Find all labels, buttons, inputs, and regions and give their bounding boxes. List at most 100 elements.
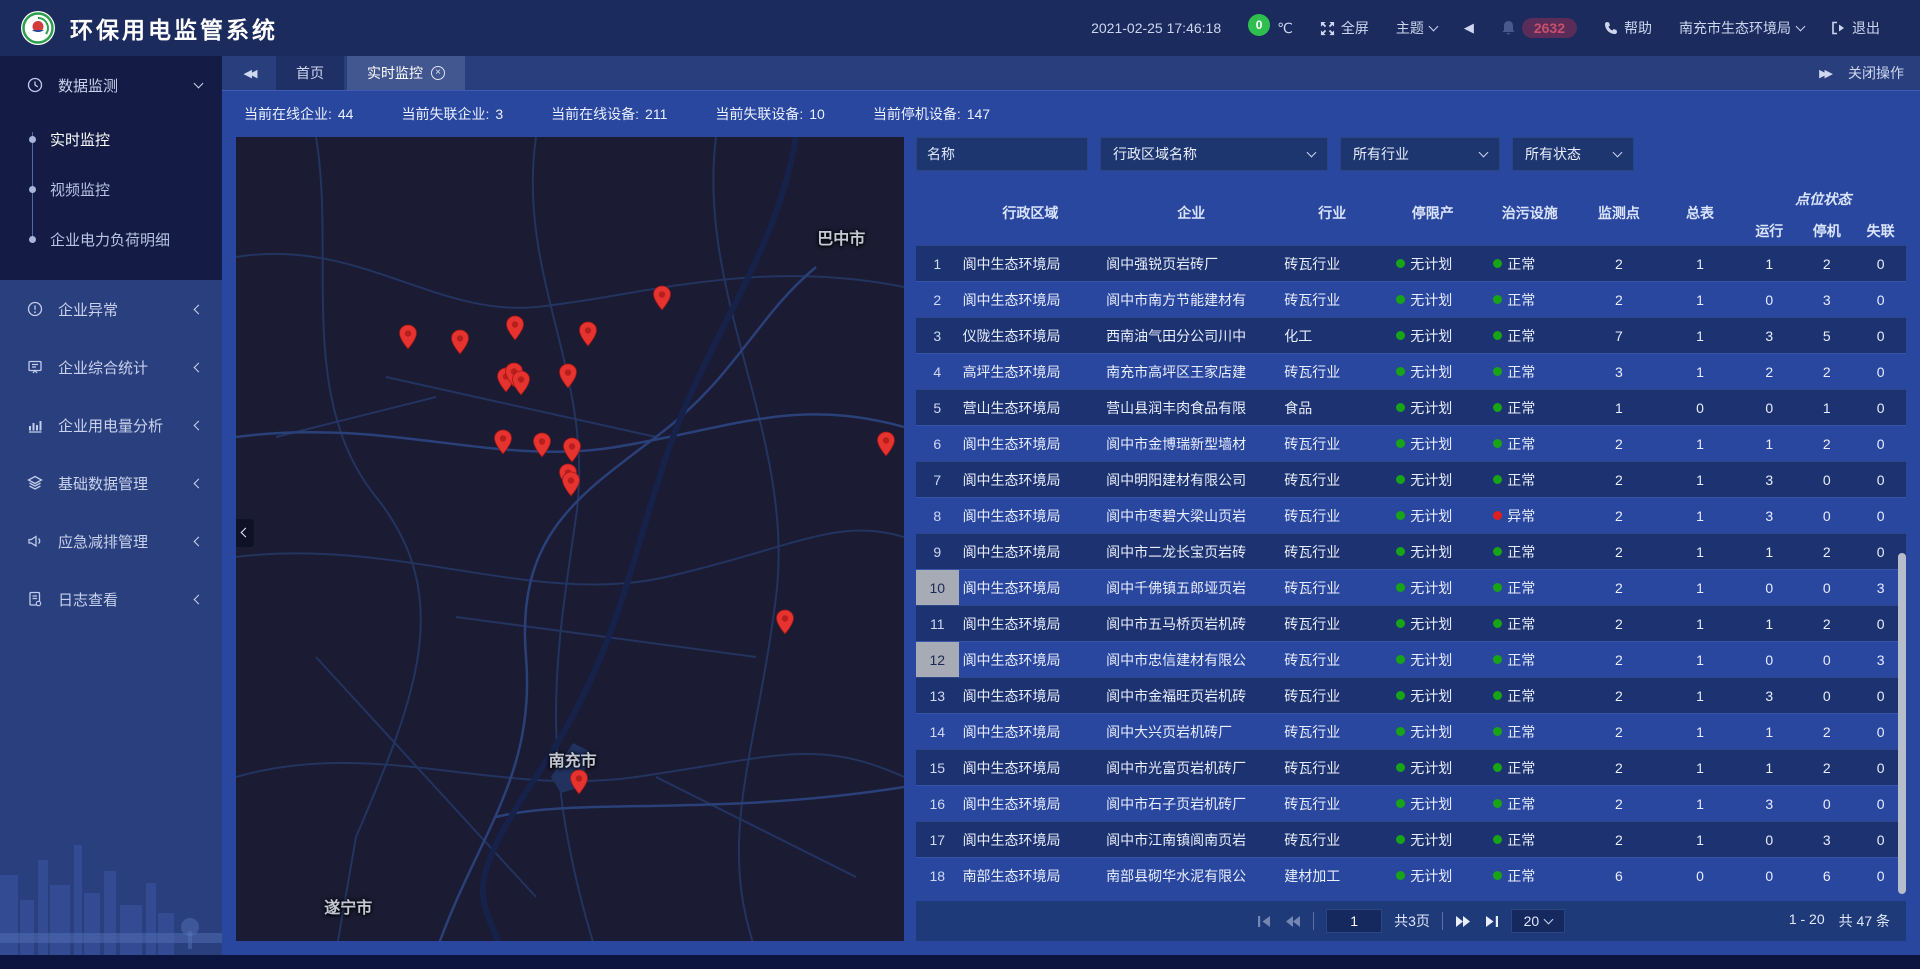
map-city-label: 遂宁市 [324,894,372,918]
map-pin[interactable] [562,437,582,463]
stat-value: 44 [338,106,354,122]
map-pin[interactable] [569,769,589,795]
cell-meter-count: 1 [1659,508,1740,524]
table-row[interactable]: 8 阆中生态环境局 阆中市枣碧大梁山页岩 砖瓦行业 无计划 [916,497,1906,533]
map-collapse-button[interactable] [236,519,254,547]
table-row[interactable]: 18 南部生态环境局 南部县砌华水泥有限公 建材加工 无计划 [916,857,1906,893]
cell-production-status: 无计划 [1384,578,1481,598]
tab-home[interactable]: 首页 [276,56,344,90]
next-page-button[interactable] [1455,915,1471,928]
table-row[interactable]: 14 阆中生态环境局 阆中大兴页岩机砖厂 砖瓦行业 无计划 [916,713,1906,749]
cell-meter-count: 1 [1659,364,1740,380]
map-pin[interactable] [558,363,578,389]
sidebar-item-log-view[interactable]: 日志查看 [0,570,222,628]
sidebar-item-emergency-reduction[interactable]: 应急减排管理 [0,512,222,570]
cell-facility-status: 正常 [1481,470,1578,490]
sidebar-item-enterprise-statistics[interactable]: 企业综合统计 [0,338,222,396]
map-pin[interactable] [561,471,581,497]
cell-enterprise: 南部县砌华水泥有限公 [1102,866,1280,886]
total-pages-label: 共3页 [1394,911,1430,931]
tab-realtime-monitor[interactable]: 实时监控 × [347,56,465,90]
map-pin[interactable] [876,431,896,457]
stat-value: 147 [967,106,990,122]
help-button[interactable]: 帮助 [1604,18,1652,38]
first-page-button[interactable] [1257,915,1273,928]
cell-facility-status: 正常 [1481,686,1578,706]
fullscreen-button[interactable]: 全屏 [1320,18,1369,38]
sidebar-item-power-load-detail[interactable]: 企业电力负荷明细 [0,214,222,264]
cell-stop-count: 3 [1798,832,1855,848]
sidebar-item-data-monitoring[interactable]: 数据监测 [0,56,222,114]
sidebar-item-enterprise-abnormal[interactable]: 企业异常 [0,280,222,338]
table-row[interactable]: 11 阆中生态环境局 阆中市五马桥页岩机砖 砖瓦行业 无计划 [916,605,1906,641]
close-operations-button[interactable]: 关闭操作 [1848,63,1904,83]
tabs-scroll-left-button[interactable]: ◀◀ [222,56,276,90]
chevron-down-icon [1428,21,1438,31]
map-pin[interactable] [505,315,525,341]
sidebar-item-power-analysis[interactable]: 企业用电量分析 [0,396,222,454]
cell-region: 阆中生态环境局 [959,686,1103,706]
map-pin[interactable] [775,609,795,635]
map-pin[interactable] [578,321,598,347]
table-scrollbar[interactable] [1898,553,1906,894]
table-row[interactable]: 13 阆中生态环境局 阆中市金福旺页岩机砖 砖瓦行业 无计划 [916,677,1906,713]
name-filter-input[interactable] [916,137,1088,171]
last-page-button[interactable] [1483,915,1499,928]
city-skyline-watermark [0,805,222,955]
map-pin[interactable] [511,370,531,396]
page-number-input[interactable] [1326,909,1382,933]
table-row[interactable]: 6 阆中生态环境局 阆中市金博瑞新型墙材 砖瓦行业 无计划 [916,425,1906,461]
table-row[interactable]: 4 高坪生态环境局 南充市高坪区王家店建 砖瓦行业 无计划 [916,353,1906,389]
tabs-scroll-right-button[interactable]: ▶▶ [1819,67,1830,80]
cell-enterprise: 阆中市枣碧大梁山页岩 [1102,506,1280,526]
region-filter-select[interactable]: 行政区域名称 [1100,137,1328,171]
table-row[interactable]: 15 阆中生态环境局 阆中市光富页岩机砖厂 砖瓦行业 无计划 [916,749,1906,785]
status-dot [1396,799,1405,808]
sidebar-item-realtime-monitor[interactable]: 实时监控 [0,114,222,164]
table-row[interactable]: 3 仪陇生态环境局 西南油气田分公司川中 化工 无计划 [916,317,1906,353]
table-row[interactable]: 17 阆中生态环境局 阆中市江南镇阆南页岩 砖瓦行业 无计划 [916,821,1906,857]
cell-run-count: 1 [1741,544,1798,560]
map-pin[interactable] [652,285,672,311]
cell-enterprise: 阆中市南方节能建材有 [1102,290,1280,310]
cell-row-number: 14 [916,714,959,749]
table-row[interactable]: 5 营山生态环境局 营山县润丰肉食品有限 食品 无计划 [916,389,1906,425]
table-row[interactable]: 12 阆中生态环境局 阆中市忠信建材有限公 砖瓦行业 无计划 [916,641,1906,677]
cell-enterprise: 阆中市忠信建材有限公 [1102,650,1280,670]
industry-filter-select[interactable]: 所有行业 [1340,137,1500,171]
map-pin[interactable] [493,429,513,455]
tab-close-icon[interactable]: × [431,66,445,80]
map-marker-icon [505,315,525,341]
table-row[interactable]: 2 阆中生态环境局 阆中市南方节能建材有 砖瓦行业 无计划 [916,281,1906,317]
cell-run-count: 0 [1741,580,1798,596]
cell-stop-count: 1 [1798,400,1855,416]
cell-facility-status: 正常 [1481,758,1578,778]
mute-speaker-icon[interactable]: ◀ [1464,20,1474,36]
table-row[interactable]: 7 阆中生态环境局 阆中明阳建材有限公司 砖瓦行业 无计划 [916,461,1906,497]
user-dropdown[interactable]: 南充市生态环境局 [1679,18,1804,38]
sidebar-item-base-data[interactable]: 基础数据管理 [0,454,222,512]
cell-region: 阆中生态环境局 [959,758,1103,778]
table-row[interactable]: 16 阆中生态环境局 阆中市石子页岩机砖厂 砖瓦行业 无计划 [916,785,1906,821]
table-row[interactable]: 9 阆中生态环境局 阆中市二龙长宝页岩砖 砖瓦行业 无计划 [916,533,1906,569]
page-size-select[interactable]: 20 [1511,909,1565,933]
cell-stop-count: 5 [1798,328,1855,344]
cell-run-count: 0 [1741,868,1798,884]
cell-monitor-count: 2 [1578,508,1659,524]
status-filter-select[interactable]: 所有状态 [1512,137,1634,171]
table-row[interactable]: 1 阆中生态环境局 阆中强锐页岩砖厂 砖瓦行业 无计划 [916,245,1906,281]
cell-meter-count: 1 [1659,796,1740,812]
map-pin[interactable] [398,324,418,350]
logout-button[interactable]: 退出 [1831,18,1880,38]
map-pin[interactable] [532,432,552,458]
bullet-dot [29,186,36,193]
col-run: 运行 [1741,221,1798,241]
map-pin[interactable] [450,329,470,355]
notification-bell[interactable]: 2632 [1501,18,1577,38]
table-row[interactable]: 10 阆中生态环境局 阆中千佛镇五郎垭页岩 砖瓦行业 无计划 [916,569,1906,605]
sidebar-item-video-monitor[interactable]: 视频监控 [0,164,222,214]
prev-page-button[interactable] [1285,915,1301,928]
cell-region: 阆中生态环境局 [959,722,1103,742]
map-panel[interactable]: 巴中市 南充市 遂宁市 [236,137,904,941]
theme-dropdown[interactable]: 主题 [1396,18,1437,38]
